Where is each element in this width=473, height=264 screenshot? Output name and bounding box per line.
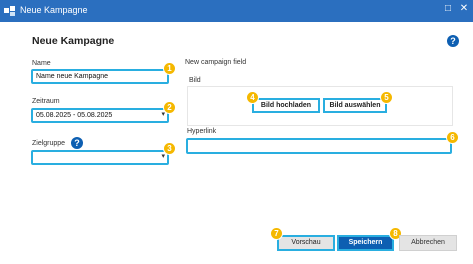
window-title: Neue Kampagne	[20, 5, 88, 15]
target-group-help-icon[interactable]: ?	[71, 137, 83, 149]
period-label: Zeitraum	[32, 98, 60, 105]
hyperlink-input[interactable]	[186, 138, 452, 154]
preview-button[interactable]: Vorschau	[277, 235, 335, 251]
image-label: Bild	[189, 77, 201, 84]
hyperlink-label: Hyperlink	[187, 128, 217, 135]
app-icon	[4, 6, 15, 16]
badge-7: 7	[270, 227, 283, 240]
dialog-heading: Neue Kampagne	[32, 35, 115, 47]
upload-image-button[interactable]: Bild hochladen	[252, 98, 320, 113]
badge-5: 5	[380, 91, 393, 104]
badge-2: 2	[163, 101, 176, 114]
name-input-value: Name neue Kampagne	[36, 73, 108, 80]
name-label: Name	[32, 60, 51, 67]
close-button[interactable]: ✕	[457, 3, 471, 14]
badge-6: 6	[446, 131, 459, 144]
save-button[interactable]: Speichern	[337, 235, 394, 251]
name-input[interactable]: Name neue Kampagne	[31, 69, 169, 84]
target-group-dropdown[interactable]: ▾	[31, 150, 169, 165]
custom-field-label: New campaign field	[185, 59, 247, 66]
period-dropdown[interactable]: 05.08.2025 - 05.08.2025 ▾	[31, 108, 169, 123]
cancel-button[interactable]: Abbrechen	[399, 235, 457, 251]
maximize-button[interactable]: □	[441, 3, 455, 14]
badge-3: 3	[163, 142, 176, 155]
target-group-label: Zielgruppe	[32, 140, 66, 147]
image-drop-area	[187, 86, 453, 126]
help-icon[interactable]: ?	[447, 35, 459, 47]
select-image-button[interactable]: Bild auswählen	[323, 98, 387, 113]
period-dropdown-value: 05.08.2025 - 05.08.2025	[36, 112, 113, 119]
title-bar: Neue Kampagne □ ✕	[0, 0, 473, 22]
badge-1: 1	[163, 62, 176, 75]
badge-4: 4	[246, 91, 259, 104]
